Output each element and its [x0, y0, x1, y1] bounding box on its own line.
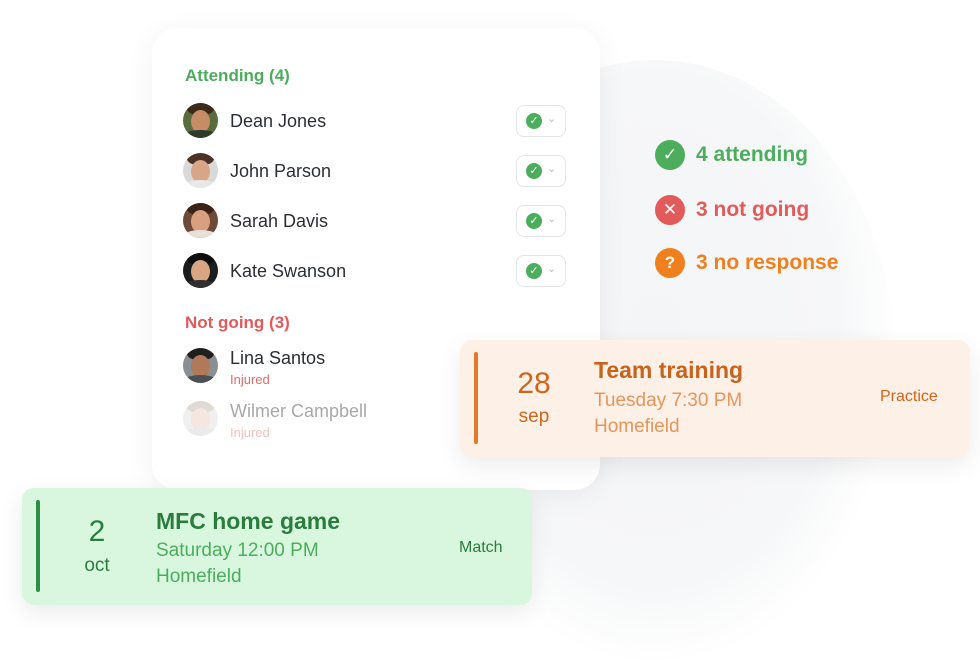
summary-not-going-text: 3 not going — [696, 198, 810, 221]
summary-attending: ✓ 4 attending — [655, 140, 905, 172]
rsvp-dropdown[interactable]: ✓ ⌄ — [516, 205, 566, 237]
check-circle-icon: ✓ — [526, 263, 542, 279]
event-day: 28 — [517, 367, 551, 400]
not-going-name: Lina Santos — [230, 348, 326, 368]
event-location: Homefield — [156, 566, 242, 587]
event-time: Saturday 12:00 PM — [156, 540, 319, 561]
summary-attending-text: 4 attending — [696, 143, 809, 166]
chevron-down-icon: ⌄ — [547, 263, 557, 275]
rsvp-dropdown[interactable]: ✓ ⌄ — [516, 155, 566, 187]
summary-no-response: ? 3 no response — [655, 248, 905, 280]
event-month: oct — [84, 555, 110, 576]
attendee-name: Sarah Davis — [230, 211, 329, 231]
summary-no-response-text: 3 no response — [696, 251, 839, 274]
event-location: Homefield — [594, 416, 680, 437]
event-month: sep — [518, 406, 550, 427]
avatar — [183, 401, 218, 436]
check-circle-icon: ✓ — [526, 113, 542, 129]
avatar — [183, 103, 218, 138]
check-circle-icon: ✓ — [655, 140, 685, 170]
attendee-row[interactable]: John Parson ✓ ⌄ — [183, 153, 573, 189]
question-circle-icon: ? — [655, 248, 685, 278]
summary-not-going: ✕ 3 not going — [655, 195, 905, 227]
injury-note: Injured — [230, 425, 270, 440]
event-title: MFC home game — [156, 508, 341, 534]
rsvp-dropdown[interactable]: ✓ ⌄ — [516, 255, 566, 287]
attendee-row[interactable]: Dean Jones ✓ ⌄ — [183, 103, 573, 139]
avatar — [183, 153, 218, 188]
avatar — [183, 203, 218, 238]
not-going-name: Wilmer Campbell — [230, 401, 368, 421]
rsvp-dropdown[interactable]: ✓ ⌄ — [516, 105, 566, 137]
chevron-down-icon: ⌄ — [547, 163, 557, 175]
event-day: 2 — [88, 515, 106, 548]
event-type: Practice — [880, 388, 938, 405]
check-circle-icon: ✓ — [526, 163, 542, 179]
event-type: Match — [459, 539, 503, 556]
attendee-row[interactable]: Sarah Davis ✓ ⌄ — [183, 203, 573, 239]
attendee-name: John Parson — [230, 161, 332, 181]
attending-section-title: Attending (4) — [185, 66, 290, 85]
event-card-practice[interactable]: 28 sep Team training Tuesday 7:30 PM Hom… — [460, 340, 970, 457]
avatar — [183, 348, 218, 383]
event-card-match[interactable]: 2 oct MFC home game Saturday 12:00 PM Ho… — [22, 488, 532, 605]
event-accent-bar — [474, 352, 478, 444]
chevron-down-icon: ⌄ — [547, 113, 557, 125]
attendee-name: Dean Jones — [230, 111, 327, 131]
not-going-section-title: Not going (3) — [185, 313, 290, 332]
attendee-row[interactable]: Kate Swanson ✓ ⌄ — [183, 253, 573, 289]
attendee-name: Kate Swanson — [230, 261, 347, 281]
event-title: Team training — [594, 357, 744, 383]
chevron-down-icon: ⌄ — [547, 213, 557, 225]
x-circle-icon: ✕ — [655, 195, 685, 225]
injury-note: Injured — [230, 372, 270, 387]
event-accent-bar — [36, 500, 40, 592]
avatar — [183, 253, 218, 288]
check-circle-icon: ✓ — [526, 213, 542, 229]
event-time: Tuesday 7:30 PM — [594, 390, 743, 411]
